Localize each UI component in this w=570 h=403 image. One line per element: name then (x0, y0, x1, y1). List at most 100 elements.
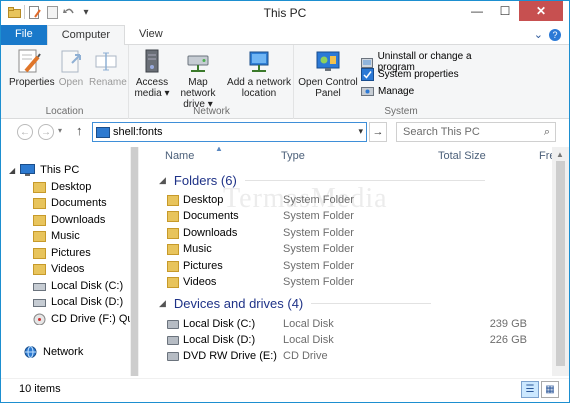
item-total-size: 226 GB (489, 334, 527, 346)
nav-desktop-label: Desktop (51, 181, 92, 193)
group-header-folders[interactable]: ◢ Folders (6) (159, 173, 485, 188)
large-icons-view-icon[interactable]: ▦ (541, 381, 559, 398)
close-button[interactable]: ✕ (519, 1, 563, 21)
open-label: Open (58, 77, 84, 88)
nav-item-music[interactable]: Music (33, 230, 80, 242)
group-devices-title: Devices and drives (4) (173, 296, 304, 311)
list-item[interactable]: DVD RW Drive (E:) CD Drive (167, 350, 537, 365)
item-type: System Folder (283, 194, 354, 206)
search-box[interactable]: Search This PC ⌕ (396, 122, 556, 142)
forward-button[interactable]: → (38, 124, 54, 140)
manage-button[interactable]: Manage (361, 85, 414, 98)
item-type: System Folder (283, 243, 354, 255)
list-item[interactable]: Documents System Folder (167, 210, 537, 225)
scroll-up-icon[interactable]: ▲ (556, 150, 564, 159)
system-group-label: System (384, 106, 418, 117)
folder-icon (167, 276, 179, 288)
system-properties-icon (361, 68, 374, 81)
item-type: System Folder (283, 210, 354, 222)
nav-item-pictures[interactable]: Pictures (33, 247, 91, 259)
nav-pictures-label: Pictures (51, 247, 91, 259)
list-item[interactable]: Local Disk (D:) Local Disk 226 GB (167, 334, 537, 349)
expand-chevron-icon[interactable]: ◢ (9, 166, 15, 175)
folder-icon (167, 260, 179, 272)
nav-scrollbar[interactable] (130, 147, 139, 376)
open-button[interactable]: Open (56, 49, 86, 88)
back-button[interactable]: ← (17, 124, 33, 140)
nav-item-cd-drive[interactable]: CD Drive (F:) Quick N (33, 313, 139, 325)
list-item[interactable]: Desktop System Folder (167, 194, 537, 209)
system-properties-button[interactable]: System properties (361, 68, 459, 81)
column-header-name[interactable]: ▲ Name (165, 147, 223, 162)
folder-icon (33, 214, 46, 226)
drive-icon (167, 335, 179, 345)
item-name: Music (183, 243, 212, 255)
content-scrollbar[interactable]: ▲ (552, 147, 569, 376)
nav-item-desktop[interactable]: Desktop (33, 181, 91, 193)
address-bar[interactable]: shell:fonts ▾ (92, 122, 367, 142)
manage-label: Manage (378, 86, 415, 97)
nav-item-videos[interactable]: Videos (33, 263, 84, 275)
sort-ascending-icon: ▲ (215, 147, 223, 153)
nav-scrollbar-thumb[interactable] (131, 147, 138, 376)
item-type: CD Drive (283, 350, 328, 362)
maximize-button[interactable]: ☐ (491, 1, 519, 21)
search-input[interactable]: Search This PC (403, 126, 480, 138)
list-item[interactable]: Downloads System Folder (167, 227, 537, 242)
nav-item-downloads[interactable]: Downloads (33, 214, 105, 226)
column-header-total-size[interactable]: Total Size (438, 150, 486, 162)
window-controls: — ☐ ✕ (463, 1, 563, 21)
address-dropdown-icon[interactable]: ▾ (358, 126, 363, 137)
ribbon-help-area: ⌄ ? (534, 28, 561, 41)
group-header-devices[interactable]: ◢ Devices and drives (4) (159, 296, 432, 311)
nav-documents-label: Documents (51, 197, 107, 209)
add-network-location-button[interactable]: Add a network location (227, 49, 291, 99)
list-item[interactable]: Pictures System Folder (167, 260, 537, 275)
folder-icon (33, 197, 46, 209)
search-icon[interactable]: ⌕ (544, 126, 550, 139)
system-properties-label: System properties (378, 69, 459, 80)
tab-view[interactable]: View (125, 25, 177, 45)
column-header-type[interactable]: Type (281, 150, 305, 162)
collapse-icon[interactable]: ◢ (159, 175, 166, 186)
properties-icon (16, 49, 42, 75)
open-control-panel-button[interactable]: Open Control Panel (298, 49, 358, 99)
tab-file[interactable]: File (1, 25, 47, 45)
nav-item-documents[interactable]: Documents (33, 197, 107, 209)
properties-button[interactable]: Properties (9, 49, 55, 88)
access-media-button[interactable]: Access media ▾ (134, 49, 170, 99)
control-panel-label-1: Open Control (298, 77, 358, 88)
list-item[interactable]: Local Disk (C:) Local Disk 239 GB (167, 318, 537, 333)
title-bar: ▾ This PC — ☐ ✕ (1, 1, 569, 25)
recent-locations-icon[interactable]: ▾ (58, 126, 62, 135)
content-scrollbar-thumb[interactable] (556, 161, 565, 366)
network-group-label: Network (193, 106, 230, 117)
drive-icon (167, 319, 179, 329)
go-button[interactable]: → (369, 122, 387, 142)
collapse-icon[interactable]: ◢ (159, 298, 166, 309)
list-item[interactable]: Videos System Folder (167, 276, 537, 291)
tab-computer[interactable]: Computer (46, 25, 126, 46)
location-group: Properties Open Rename Location (1, 45, 129, 119)
uninstall-icon (361, 57, 373, 68)
list-item[interactable]: Music System Folder (167, 243, 537, 258)
nav-item-this-pc[interactable]: ◢ This PC (9, 164, 79, 176)
up-button[interactable]: ↑ (76, 123, 83, 138)
item-name: Desktop (183, 194, 224, 206)
nav-item-local-disk-d[interactable]: Local Disk (D:) (33, 296, 123, 308)
item-name: Videos (183, 276, 217, 288)
expand-ribbon-icon[interactable]: ⌄ (534, 28, 543, 41)
help-icon[interactable]: ? (549, 28, 561, 41)
navigation-bar: ← → ▾ ↑ shell:fonts ▾ → Search This PC ⌕ (1, 119, 569, 145)
details-view-icon[interactable]: ☰ (521, 381, 539, 398)
open-icon (58, 49, 84, 75)
nav-item-network[interactable]: Network (23, 346, 83, 358)
media-server-icon (139, 49, 165, 75)
nav-music-label: Music (51, 230, 80, 242)
rename-button[interactable]: Rename (89, 49, 127, 88)
add-location-label-1: Add a network (227, 77, 291, 88)
map-network-drive-button[interactable]: Map network drive ▾ (170, 49, 226, 110)
address-input[interactable]: shell:fonts (113, 126, 163, 138)
minimize-button[interactable]: — (463, 1, 491, 21)
nav-item-local-disk-c[interactable]: Local Disk (C:) (33, 280, 123, 292)
